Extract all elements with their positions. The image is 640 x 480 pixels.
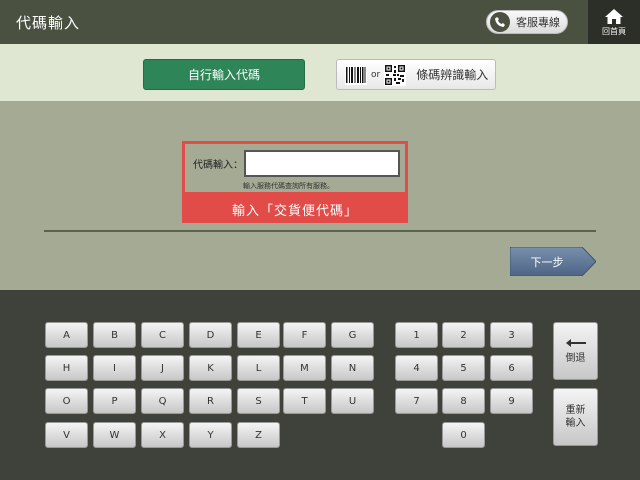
- key-x[interactable]: X: [141, 422, 184, 448]
- backspace-arrow-icon: [565, 338, 586, 347]
- key-q[interactable]: Q: [141, 388, 184, 414]
- key-m[interactable]: M: [283, 355, 326, 381]
- backspace-button[interactable]: 倒退: [553, 322, 598, 380]
- code-input[interactable]: [244, 150, 400, 177]
- header-bar: 代碼輸入 客服專線 回首頁: [0, 0, 640, 44]
- key-4[interactable]: 4: [395, 355, 438, 381]
- key-f[interactable]: F: [283, 322, 326, 348]
- barcode-icon: [345, 64, 367, 85]
- phone-icon: [490, 12, 510, 32]
- main-content: 代碼輸入： 輸入服務代碼查詢所有服務。 輸入「交貨便代碼」 下一步: [0, 101, 640, 290]
- key-y[interactable]: Y: [189, 422, 232, 448]
- key-n[interactable]: N: [331, 355, 374, 381]
- key-j[interactable]: J: [141, 355, 184, 381]
- key-7[interactable]: 7: [395, 388, 438, 414]
- or-label: or: [371, 69, 381, 80]
- instruction-caption: 輸入「交貨便代碼」: [182, 195, 408, 223]
- key-2[interactable]: 2: [442, 322, 485, 348]
- key-8[interactable]: 8: [442, 388, 485, 414]
- key-6[interactable]: 6: [490, 355, 533, 381]
- key-i[interactable]: I: [93, 355, 136, 381]
- code-input-label: 代碼輸入：: [193, 160, 243, 171]
- key-b[interactable]: B: [93, 322, 136, 348]
- key-g[interactable]: G: [331, 322, 374, 348]
- key-5[interactable]: 5: [442, 355, 485, 381]
- code-input-highlight: 代碼輸入： 輸入服務代碼查詢所有服務。: [182, 141, 408, 195]
- page-title: 代碼輸入: [16, 14, 81, 32]
- key-l[interactable]: L: [237, 355, 280, 381]
- key-s[interactable]: S: [237, 388, 280, 414]
- key-3[interactable]: 3: [490, 322, 533, 348]
- code-input-hint: 輸入服務代碼查詢所有服務。: [243, 182, 334, 190]
- key-1[interactable]: 1: [395, 322, 438, 348]
- barcode-scan-button[interactable]: or 條碼辨識輸入: [336, 59, 496, 90]
- key-e[interactable]: E: [237, 322, 280, 348]
- reset-input-button[interactable]: 重新 輸入: [553, 388, 598, 446]
- customer-service-label: 客服專線: [516, 16, 560, 29]
- key-t[interactable]: T: [283, 388, 326, 414]
- divider: [44, 230, 596, 232]
- key-z[interactable]: Z: [237, 422, 280, 448]
- customer-service-button[interactable]: 客服專線: [486, 10, 568, 34]
- qr-code-icon: [384, 63, 407, 86]
- key-0[interactable]: 0: [442, 422, 485, 448]
- key-o[interactable]: O: [45, 388, 88, 414]
- key-a[interactable]: A: [45, 322, 88, 348]
- barcode-scan-label: 條碼辨識輸入: [416, 68, 489, 82]
- input-mode-bar: 自行輸入代碼 or 條碼辨識輸入: [0, 44, 640, 101]
- key-w[interactable]: W: [93, 422, 136, 448]
- on-screen-keyboard: A B C D E F G H I J K L M N O P Q R S T …: [0, 290, 640, 480]
- key-d[interactable]: D: [189, 322, 232, 348]
- next-step-label: 下一步: [530, 255, 564, 269]
- reset-label-line1: 重新: [565, 405, 586, 416]
- key-c[interactable]: C: [141, 322, 184, 348]
- reset-label-line2: 輸入: [565, 418, 586, 429]
- key-h[interactable]: H: [45, 355, 88, 381]
- key-r[interactable]: R: [189, 388, 232, 414]
- key-p[interactable]: P: [93, 388, 136, 414]
- key-u[interactable]: U: [331, 388, 374, 414]
- home-button[interactable]: 回首頁: [588, 0, 640, 44]
- home-label: 回首頁: [602, 26, 626, 36]
- key-v[interactable]: V: [45, 422, 88, 448]
- backspace-label: 倒退: [565, 352, 586, 364]
- key-9[interactable]: 9: [490, 388, 533, 414]
- key-k[interactable]: K: [189, 355, 232, 381]
- next-step-button[interactable]: 下一步: [510, 247, 596, 276]
- manual-code-button[interactable]: 自行輸入代碼: [143, 59, 305, 90]
- home-icon: [605, 8, 623, 24]
